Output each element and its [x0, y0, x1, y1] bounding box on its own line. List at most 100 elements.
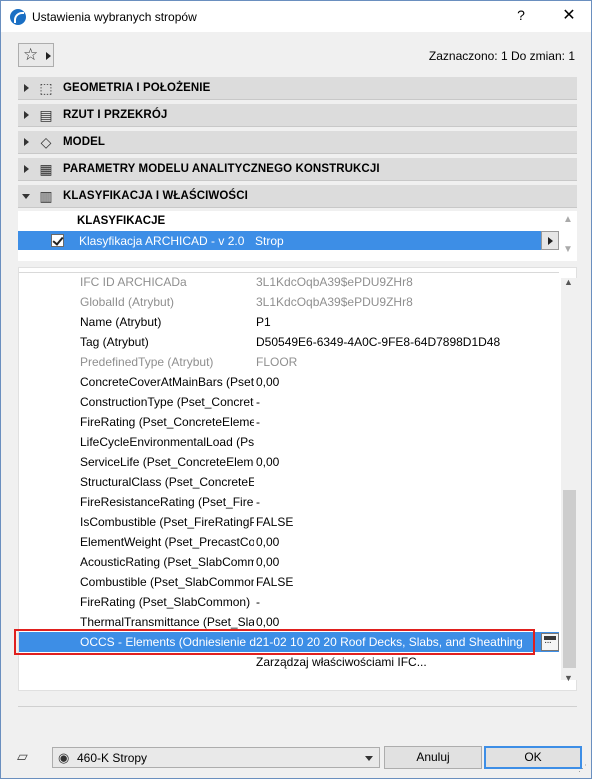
scroll-up-icon[interactable]: ▲: [564, 277, 573, 287]
property-value[interactable]: -: [256, 495, 260, 509]
classification-heading: KLASYFIKACJE: [77, 215, 166, 227]
panel-label: RZUT I PRZEKRÓJ: [63, 109, 168, 121]
panel-label: MODEL: [63, 136, 106, 148]
property-value[interactable]: P1: [256, 315, 271, 329]
panel-label: KLASYFIKACJA I WŁAŚCIWOŚCI: [63, 190, 248, 202]
expand-icon: [24, 138, 29, 146]
property-name: LifeCycleEnvironmentalLoad (Pset_Concret…: [80, 435, 254, 449]
favorites-button[interactable]: ☆: [18, 43, 54, 67]
help-button[interactable]: ?: [511, 7, 531, 23]
property-row[interactable]: ConcreteCoverAtMainBars (Pset_ConcreteEl…: [19, 372, 559, 392]
panel-model[interactable]: ◇ MODEL: [18, 131, 577, 154]
property-name: IsCombustible (Pset_FireRatingProperties…: [80, 515, 254, 529]
property-name: StructuralClass (Pset_ConcreteElementGen…: [80, 475, 254, 489]
scroll-up-icon[interactable]: ▲: [563, 214, 573, 225]
property-value: 3L1KdcOqbA39$ePDU9ZHr8: [256, 275, 413, 289]
property-name: FireRating (Pset_ConcreteElementGeneral): [80, 415, 254, 429]
highlight-frame: [14, 629, 535, 655]
geometry-icon: ⬚: [39, 80, 53, 96]
selection-count: Zaznaczono: 1 Do zmian: 1: [428, 49, 575, 63]
star-icon: ☆: [23, 45, 39, 64]
property-name: Name (Atrybut): [80, 315, 162, 329]
resize-grip-icon[interactable]: ⋰: [578, 763, 587, 774]
property-name: Tag (Atrybut): [80, 335, 149, 349]
classification-select-button[interactable]: [541, 231, 559, 250]
property-row[interactable]: LifeCycleEnvironmentalLoad (Pset_Concret…: [19, 432, 559, 452]
manage-ifc-properties-link[interactable]: Zarządzaj właściwościami IFC...: [256, 655, 427, 669]
property-name: ElementWeight (Pset_PrecastConcreteEleme…: [80, 535, 254, 549]
title-bar: Ustawienia wybranych stropów ? ✕: [1, 1, 591, 32]
expand-icon: [24, 165, 29, 173]
ok-button[interactable]: OK: [484, 746, 582, 769]
property-value: 3L1KdcOqbA39$ePDU9ZHr8: [256, 295, 413, 309]
property-value: FLOOR: [256, 355, 298, 369]
property-row[interactable]: Tag (Atrybut) D50549E6-6349-4A0C-9FE8-64D…: [19, 332, 559, 352]
close-button[interactable]: ✕: [557, 5, 581, 25]
property-value[interactable]: -: [256, 415, 260, 429]
expand-icon: [24, 111, 29, 119]
property-value[interactable]: FALSE: [256, 515, 293, 529]
property-row[interactable]: ServiceLife (Pset_ConcreteElementGeneral…: [19, 452, 559, 472]
expand-icon: [24, 84, 29, 92]
property-value[interactable]: -: [256, 595, 260, 609]
property-row[interactable]: AcousticRating (Pset_SlabCommon)0,00: [19, 552, 559, 572]
divider: [18, 706, 577, 707]
property-row[interactable]: IFC ID ARCHICADa 3L1KdcOqbA39$ePDU9ZHr8: [19, 272, 559, 292]
property-value[interactable]: -: [256, 395, 260, 409]
property-row[interactable]: FireRating (Pset_SlabCommon) -: [19, 592, 559, 612]
property-value[interactable]: 0,00: [256, 555, 279, 569]
property-value[interactable]: 0,00: [256, 535, 279, 549]
cancel-button[interactable]: Anuluj: [384, 746, 482, 769]
properties-list: IFC ID ARCHICADa 3L1KdcOqbA39$ePDU9ZHr8 Gl…: [18, 267, 577, 691]
scroll-down-icon[interactable]: ▼: [564, 673, 573, 683]
property-row[interactable]: GlobalId (Atrybut) 3L1KdcOqbA39$ePDU9ZHr8: [19, 292, 559, 312]
property-value[interactable]: D50549E6-6349-4A0C-9FE8-64D7898D1D48: [256, 335, 500, 349]
property-name: FireRating (Pset_SlabCommon): [80, 595, 251, 609]
property-row[interactable]: ElementWeight (Pset_PrecastConcreteEleme…: [19, 532, 559, 552]
property-value[interactable]: 0,00: [256, 455, 279, 469]
property-name: GlobalId (Atrybut): [80, 295, 175, 309]
layer-select[interactable]: ◉ 460-K Stropy: [52, 747, 380, 768]
archicad-logo-icon: [10, 9, 26, 25]
property-name: ThermalTransmittance (Pset_SlabCommon): [80, 615, 254, 629]
property-row[interactable]: StructuralClass (Pset_ConcreteElementGen…: [19, 472, 559, 492]
layer-label: 460-K Stropy: [77, 751, 148, 765]
property-name: Combustible (Pset_SlabCommon): [80, 575, 254, 589]
panel-geometry[interactable]: ⬚ GEOMETRIA I POŁOŻENIE: [18, 77, 577, 100]
property-row[interactable]: FireResistanceRating (Pset_FireRatingPro…: [19, 492, 559, 512]
panel-analytical[interactable]: ▦ PARAMETRY MODELU ANALITYCZNEGO KONSTRU…: [18, 158, 577, 181]
classification-name: Klasyfikacja ARCHICAD - v 2.0: [79, 234, 245, 248]
manage-ifc-row[interactable]: Zarządzaj właściwościami IFC...: [19, 652, 559, 672]
window-title: Ustawienia wybranych stropów: [32, 10, 197, 24]
collapse-icon: [22, 194, 30, 199]
eye-icon: ◉: [58, 750, 70, 765]
settings-dialog: Ustawienia wybranych stropów ? ✕ ☆ Zazna…: [0, 0, 592, 779]
property-row[interactable]: FireRating (Pset_ConcreteElementGeneral)…: [19, 412, 559, 432]
edit-value-button[interactable]: [541, 633, 559, 651]
property-name: ConstructionType (Pset_ConcreteElementGe…: [80, 395, 254, 409]
property-row[interactable]: ConstructionType (Pset_ConcreteElementGe…: [19, 392, 559, 412]
classification-row[interactable]: Klasyfikacja ARCHICAD - v 2.0 Strop: [18, 231, 541, 250]
property-value[interactable]: FALSE: [256, 575, 293, 589]
property-name: IFC ID ARCHICADa: [80, 275, 187, 289]
panel-classification[interactable]: ▥ KLASYFIKACJA I WŁAŚCIWOŚCI: [18, 185, 577, 208]
scrollbar-thumb[interactable]: [563, 490, 576, 668]
floorplan-icon: ▤: [39, 107, 53, 123]
properties-icon: ▥: [39, 188, 53, 204]
model-icon: ◇: [40, 134, 52, 150]
property-value[interactable]: 0,00: [256, 375, 279, 389]
layer-icon: ▱: [17, 748, 28, 764]
property-name: ConcreteCoverAtMainBars (Pset_ConcreteEl…: [80, 375, 254, 389]
panel-label: GEOMETRIA I POŁOŻENIE: [63, 82, 211, 94]
classification-checkbox[interactable]: [51, 234, 64, 247]
scroll-down-icon[interactable]: ▼: [563, 244, 573, 255]
classification-value[interactable]: Strop: [255, 234, 284, 248]
property-name: FireResistanceRating (Pset_FireRatingPro…: [80, 495, 254, 509]
property-row[interactable]: Combustible (Pset_SlabCommon) FALSE: [19, 572, 559, 592]
chevron-right-icon: [46, 52, 51, 60]
panel-floorplan[interactable]: ▤ RZUT I PRZEKRÓJ: [18, 104, 577, 127]
property-row[interactable]: Name (Atrybut) P1: [19, 312, 559, 332]
property-row[interactable]: PredefinedType (Atrybut) FLOOR: [19, 352, 559, 372]
property-row[interactable]: IsCombustible (Pset_FireRatingProperties…: [19, 512, 559, 532]
property-value[interactable]: 0,00: [256, 615, 279, 629]
